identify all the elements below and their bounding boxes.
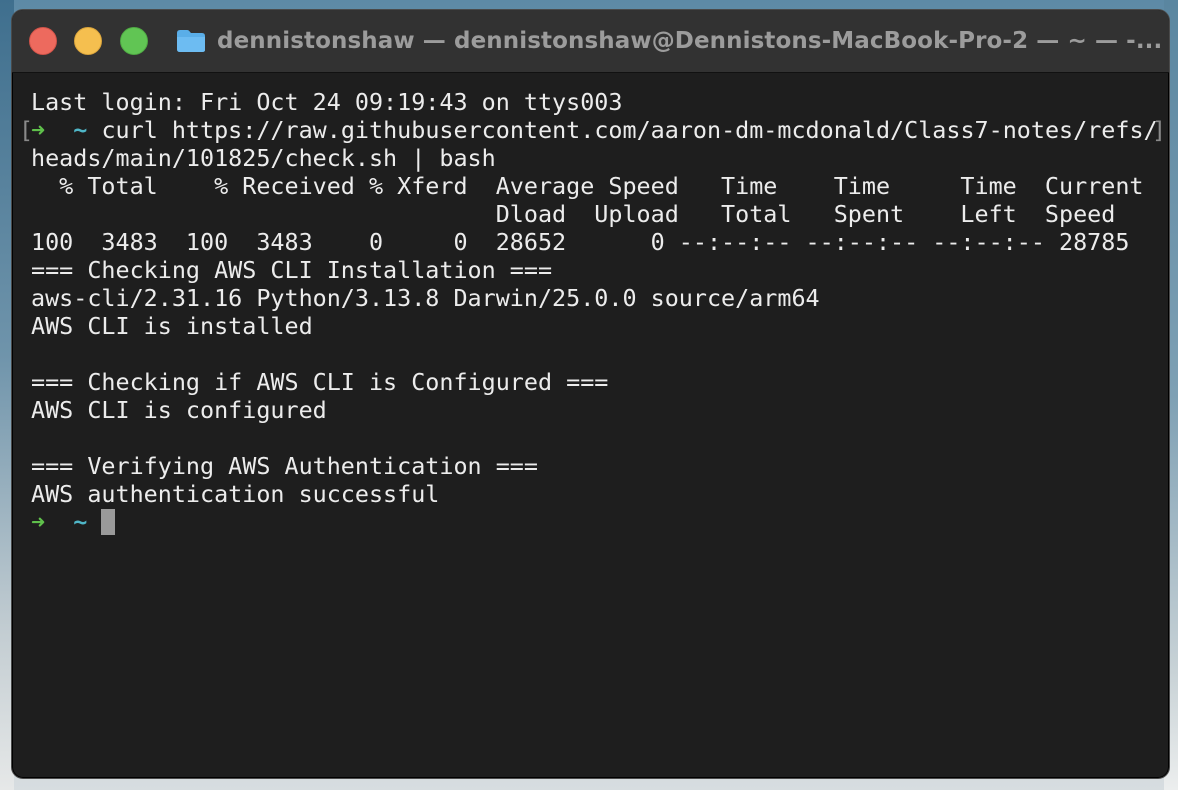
last-login-line: Last login: Fri Oct 24 09:19:43 on ttys0…: [31, 88, 623, 116]
section-header-configured: === Checking if AWS CLI is Configured ==…: [31, 368, 609, 396]
cli-configured-line: AWS CLI is configured: [31, 396, 327, 424]
section-header-installation: === Checking AWS CLI Installation ===: [31, 256, 553, 284]
title-bar[interactable]: dennistonshaw — dennistonshaw@Dennistons…: [12, 10, 1169, 73]
command-text-part1: curl https://raw.githubusercontent.com/a…: [87, 116, 1158, 144]
prompt-arrow-icon: ➜: [31, 508, 46, 536]
curl-progress: 100 3483 100 3483 0 0 28652 0 --:--:-- -…: [31, 228, 1130, 256]
window-title: dennistonshaw — dennistonshaw@Dennistons…: [176, 26, 1162, 56]
text-cursor[interactable]: [101, 509, 116, 535]
window-title-text: dennistonshaw — dennistonshaw@Dennistons…: [217, 28, 1163, 54]
current-prompt-line[interactable]: ➜ ~: [31, 508, 1159, 536]
auth-result-line: AWS authentication successful: [31, 480, 440, 508]
prompt-arrow-icon: ➜: [31, 116, 46, 144]
minimize-button[interactable]: [74, 27, 102, 55]
command-line-2: heads/main/101825/check.sh | bash: [31, 144, 496, 172]
curl-header-1: % Total % Received % Xferd Average Speed…: [31, 172, 1144, 200]
cli-version-line: aws-cli/2.31.16 Python/3.13.8 Darwin/25.…: [31, 284, 820, 312]
section-header-authentication: === Verifying AWS Authentication ===: [31, 452, 538, 480]
curl-header-2: Dload Upload Total Spent Left Speed: [31, 200, 1116, 228]
maximize-button[interactable]: [120, 27, 148, 55]
prompt-directory: ~: [73, 116, 88, 144]
prompt-directory: ~: [73, 508, 88, 536]
terminal-output[interactable]: Last login: Fri Oct 24 09:19:43 on ttys0…: [19, 88, 1166, 768]
close-button[interactable]: [29, 27, 57, 55]
wrap-marker-left: [: [19, 116, 34, 144]
wrap-marker-right: ]: [1152, 116, 1167, 144]
command-line-1: [➜ ~ curl https://raw.githubusercontent.…: [19, 116, 1166, 144]
cli-installed-line: AWS CLI is installed: [31, 312, 313, 340]
folder-icon: [176, 29, 206, 53]
terminal-window[interactable]: dennistonshaw — dennistonshaw@Dennistons…: [11, 9, 1170, 779]
